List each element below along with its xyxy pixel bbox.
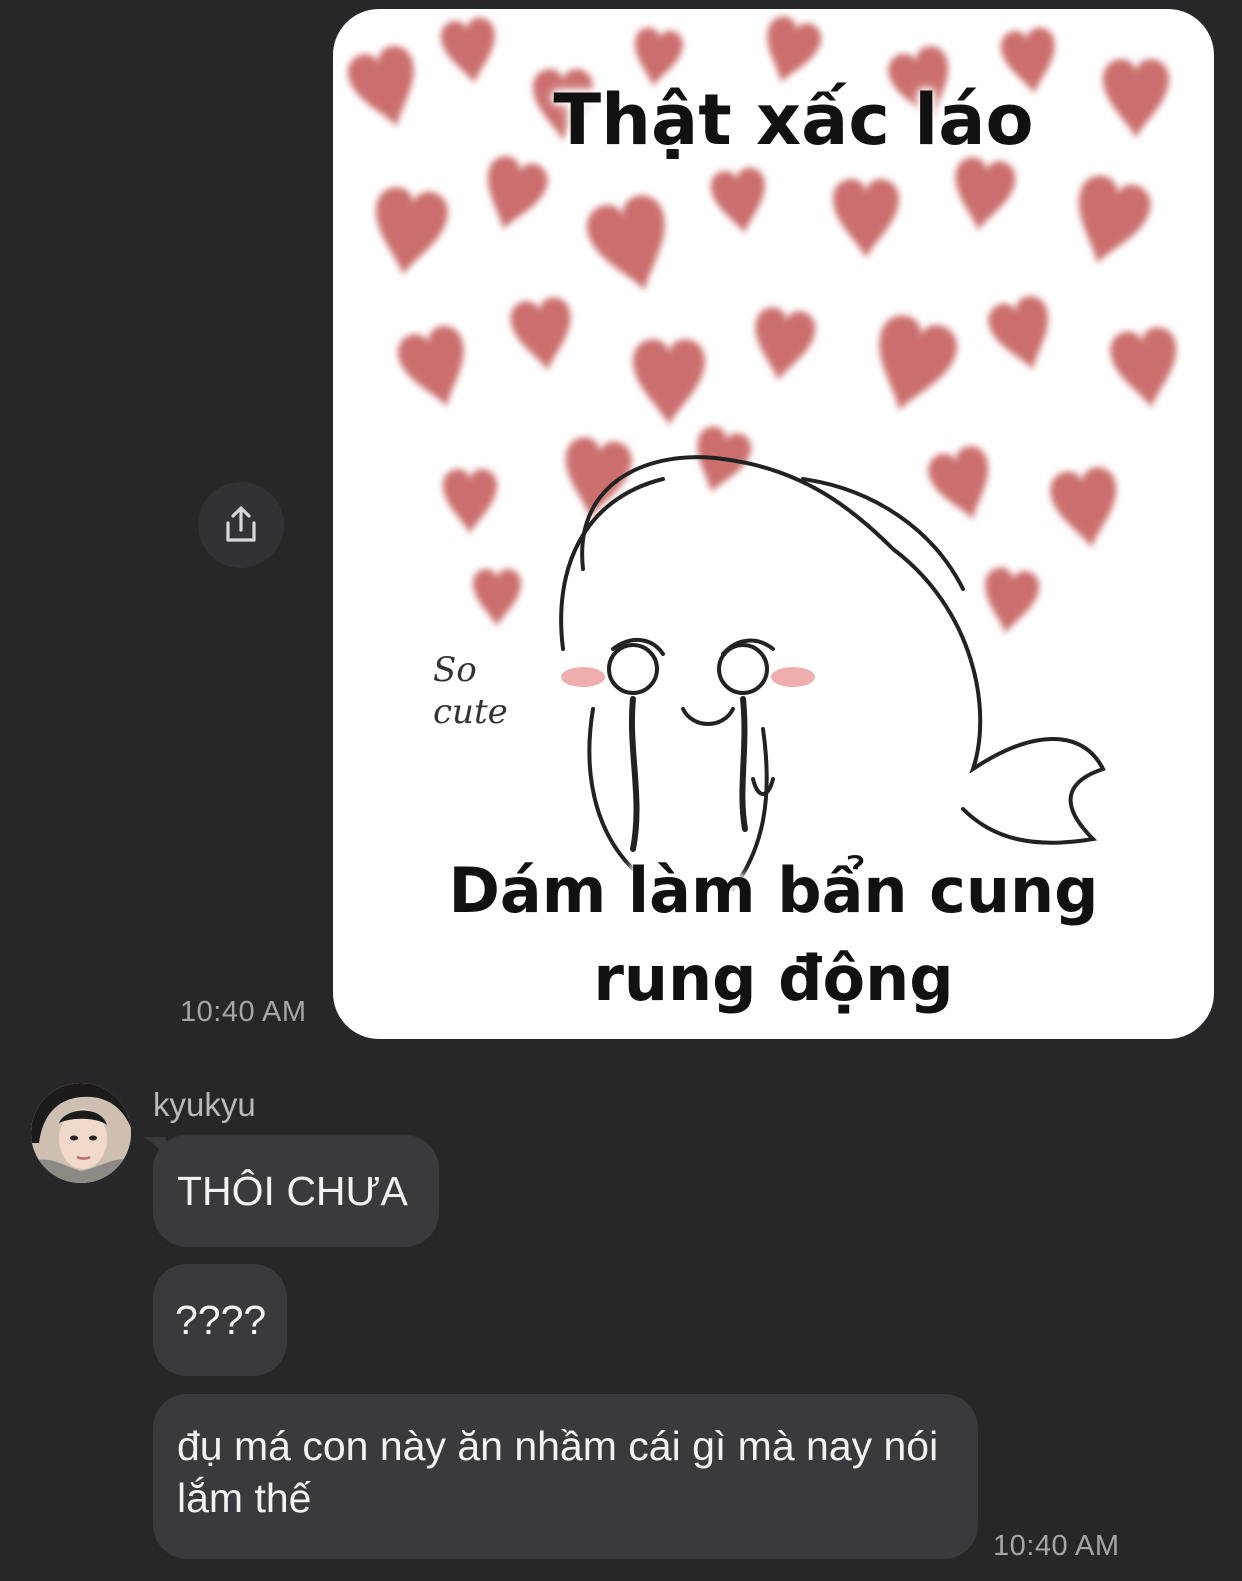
heart-icon [581,190,683,302]
heart-icon [508,295,578,375]
doodle-text-line-2: cute [433,692,508,732]
sticker-image-message[interactable]: Thật xấc láo So cute Dám làm bẩn cung ru… [333,9,1214,1039]
meme-caption-bottom-line-2: rung động [593,942,954,1015]
heart-icon [978,565,1042,638]
heart-icon [861,310,963,422]
avatar-photo [31,1083,131,1183]
doodle-text: So cute [433,649,508,733]
avatar[interactable] [31,1083,131,1183]
heart-icon [438,15,502,88]
heart-icon [1107,324,1185,413]
heart-icon [443,469,497,534]
share-button[interactable] [198,482,284,568]
message-timestamp: 10:40 AM [180,996,307,1028]
heart-icon [474,152,552,238]
share-icon [226,506,256,542]
crying-character [559,455,1106,891]
meme-caption-top: Thật xấc láo [553,79,1034,161]
heart-icon [633,339,705,426]
heart-icon [708,165,772,238]
doodle-text-line-1: So [433,650,477,690]
message-bubble[interactable]: đụ má con này ăn nhầm cái gì mà nay nói … [153,1394,978,1559]
message-timestamp: 10:40 AM [993,1530,1120,1562]
heart-icon [748,305,818,385]
heart-icon [473,569,521,627]
heart-icon [367,184,451,280]
heart-icon [393,321,479,416]
heart-icon [833,179,899,259]
heart-icon [1047,464,1125,553]
heart-icon [984,292,1062,378]
sender-name: kyukyu [153,1086,256,1123]
meme-caption-bottom: Dám làm bẩn cung rung động [333,847,1214,1023]
meme-caption-bottom-line-1: Dám làm bẩn cung [448,854,1099,927]
message-bubble[interactable]: THÔI CHƯA [153,1135,439,1247]
heart-icon [924,442,1002,528]
message-bubble[interactable]: ???? [153,1264,287,1376]
heart-icon [948,155,1018,235]
heart-icon [1062,170,1156,274]
